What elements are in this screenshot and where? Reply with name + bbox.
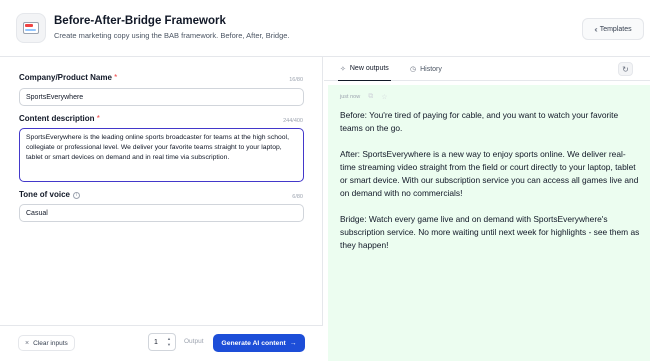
tab-new-outputs[interactable]: ✧ New outputs (338, 57, 391, 81)
output-panel: ✧ New outputs ◷ History ↻ just now ⧉ ☆ B… (324, 57, 650, 361)
company-name-input[interactable]: SportsEverywhere (19, 88, 304, 106)
generate-ai-content-button[interactable]: Generate AI content → (213, 334, 305, 352)
content-description-textarea[interactable]: SportsEverywhere is the leading online s… (19, 128, 304, 182)
page-title: Before-After-Bridge Framework (54, 15, 226, 27)
templates-button[interactable]: ‹‹ Templates (582, 18, 644, 40)
output-count-stepper[interactable]: 1 ▲ ▼ (148, 333, 176, 351)
input-form-panel: Company/Product Name * 16/80 SportsEvery… (0, 57, 323, 361)
content-description-label: Content description * (19, 114, 100, 123)
refresh-icon: ↻ (622, 64, 629, 74)
browser-window-icon (16, 13, 46, 43)
clear-inputs-button[interactable]: × Clear inputs (18, 335, 75, 351)
templates-button-label: Templates (599, 25, 632, 33)
output-paragraph-bridge: Bridge: Watch every game live and on dem… (340, 214, 640, 250)
clock-icon: ◷ (410, 66, 417, 73)
output-count-value: 1 (154, 338, 158, 346)
output-meta: just now ⧉ ☆ (340, 93, 387, 101)
tone-of-voice-label: Tone of voice i (19, 190, 80, 199)
generated-output-text: Before: You're tired of paying for cable… (340, 109, 640, 265)
output-tabs: ✧ New outputs ◷ History ↻ (324, 57, 650, 81)
tab-history-label: History (420, 65, 442, 73)
generated-output-card: just now ⧉ ☆ Before: You're tired of pay… (328, 85, 650, 361)
copy-icon[interactable]: ⧉ (368, 93, 373, 101)
chevrons-left-icon: ‹‹ (594, 24, 598, 34)
refresh-button[interactable]: ↻ (618, 62, 633, 76)
page-subtitle: Create marketing copy using the BAB fram… (54, 31, 290, 40)
tab-history[interactable]: ◷ History (410, 57, 442, 81)
close-icon: × (25, 339, 30, 347)
company-name-counter: 16/80 (289, 77, 303, 83)
tone-of-voice-input[interactable]: Casual (19, 204, 304, 222)
page-header: Before-After-Bridge Framework Create mar… (0, 0, 650, 57)
output-paragraph-before: Before: You're tired of paying for cable… (340, 110, 619, 133)
company-name-label: Company/Product Name * (19, 73, 118, 82)
stepper-arrows-icon[interactable]: ▲ ▼ (166, 337, 172, 347)
content-description-counter: 244/400 (283, 118, 303, 124)
star-icon[interactable]: ☆ (381, 93, 387, 101)
tone-of-voice-counter: 6/80 (292, 194, 303, 200)
output-paragraph-after: After: SportsEverywhere is a new way to … (340, 149, 639, 198)
output-count-label: Output (184, 338, 204, 345)
form-footer: × Clear inputs 1 ▲ ▼ Output Generate AI c… (0, 325, 323, 361)
tab-new-outputs-label: New outputs (349, 65, 389, 72)
clear-inputs-label: Clear inputs (33, 339, 68, 347)
arrow-right-icon: → (289, 339, 297, 347)
info-icon[interactable]: i (72, 191, 80, 199)
output-timestamp: just now (340, 94, 361, 100)
generate-button-label: Generate AI content (221, 339, 286, 347)
sparkle-icon: ✧ (340, 65, 346, 73)
